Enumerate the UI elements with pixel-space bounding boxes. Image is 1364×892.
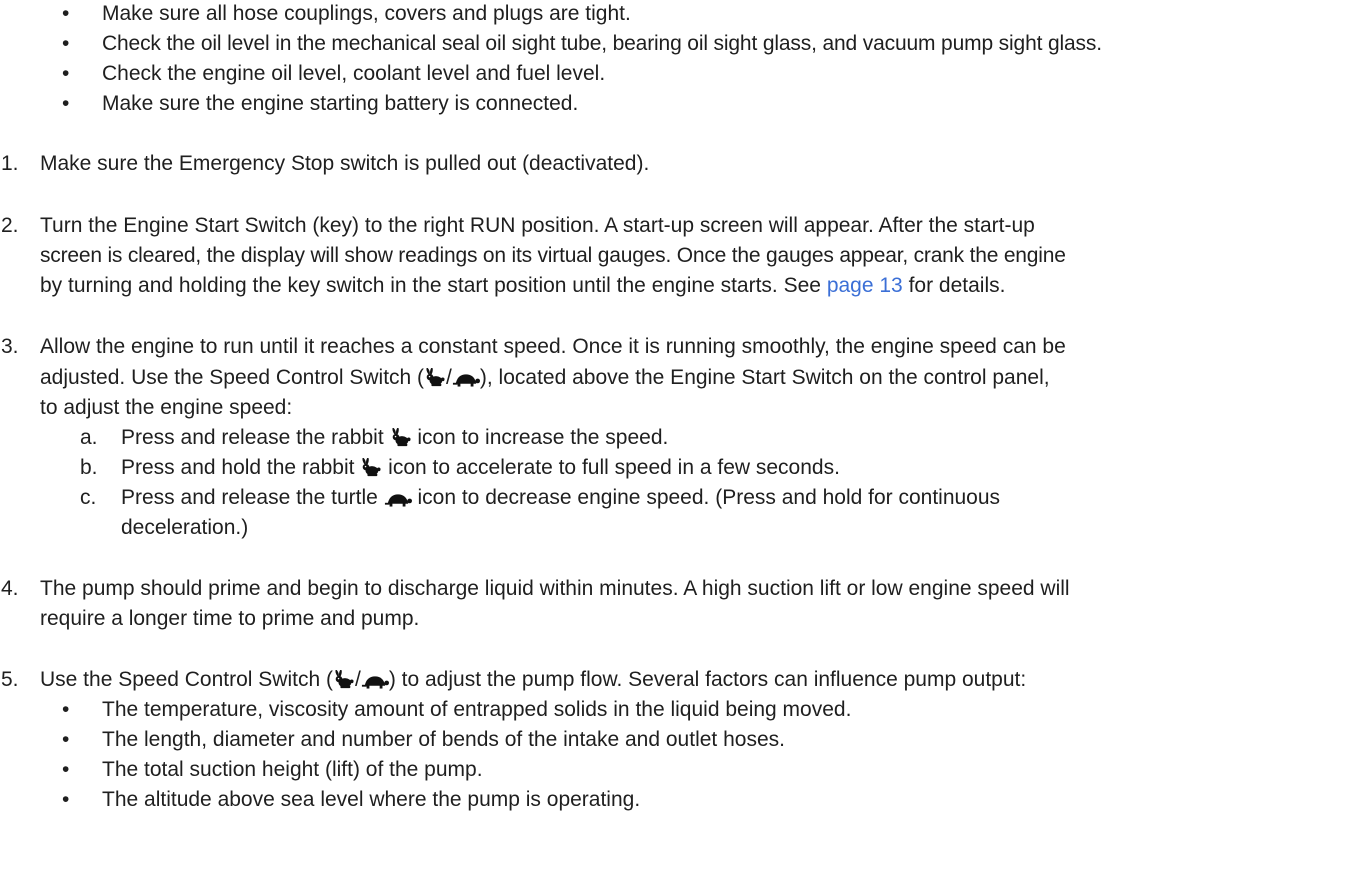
bullet-glyph: • [62,62,70,85]
step-text: for details. [902,274,1006,297]
list-item-text: The length, diameter and number of bends… [102,728,785,751]
sub-step-text: icon to increase the speed. [411,426,669,449]
step-2-line-3: by turning and holding the key switch in… [40,271,1005,301]
step-2-line-2: screen is cleared, the display will show… [40,241,1066,271]
turtle-icon [361,674,389,690]
bullet-glyph: • [62,758,70,781]
step-text: screen is cleared, the display will show… [40,244,1066,267]
bullet-glyph: • [62,92,70,115]
page-link[interactable]: page 13 [827,274,903,297]
sub-step-letter: a. [80,426,98,449]
step-text: ) to adjust the pump flow. Several facto… [388,668,1027,691]
sub-step-text: Press and hold the rabbit [121,456,361,479]
step-text: Make sure the Emergency Stop switch is p… [40,152,650,175]
sub-step-text: icon to decrease engine speed. (Press an… [411,486,1001,509]
bullet-glyph: • [62,32,70,55]
sub-step-letter: c. [80,486,97,509]
step-number: 4. [1,577,19,600]
step-text: by turning and holding the key switch in… [40,274,827,297]
sub-step-text: icon to accelerate to full speed in a fe… [382,456,840,479]
document-page: • Make sure all hose couplings, covers a… [0,0,1364,892]
sub-step-text: deceleration.) [121,516,249,539]
step-3-line-2: adjusted. Use the Speed Control Switch (… [40,363,1050,393]
bullet-glyph: • [62,698,70,721]
step-text: Allow the engine to run until it reaches… [40,335,1066,358]
step-number: 3. [1,335,19,358]
list-item-text: The altitude above sea level where the p… [102,788,641,811]
step-text: ), located above the Engine Start Switch… [479,366,1050,389]
list-item-text: Check the engine oil level, coolant leve… [102,62,606,85]
turtle-icon [452,372,480,388]
step-text: require a longer time to prime and pump. [40,607,420,630]
list-item-text: Check the oil level in the mechanical se… [102,32,1102,55]
sub-step-letter: b. [80,456,98,479]
list-item-text: The temperature, viscosity amount of ent… [102,698,852,721]
rabbit-icon [333,670,355,690]
step-number: 5. [1,668,19,691]
step-number: 2. [1,214,19,237]
bullet-glyph: • [62,788,70,811]
list-item-text: Make sure all hose couplings, covers and… [102,2,631,25]
bullet-glyph: • [62,2,70,25]
sub-step-text: Press and release the turtle [121,486,384,509]
rabbit-icon [424,368,446,388]
step-text: The pump should prime and begin to disch… [40,577,1070,600]
step-text: Use the Speed Control Switch ( [40,668,333,691]
list-item-text: Make sure the engine starting battery is… [102,92,579,115]
bullet-glyph: • [62,728,70,751]
step-text: Turn the Engine Start Switch (key) to th… [40,214,1035,237]
rabbit-icon [360,458,382,478]
step-text: adjusted. Use the Speed Control Switch ( [40,366,425,389]
step-4-line-2: require a longer time to prime and pump. [40,604,419,634]
sub-step-text: Press and release the rabbit [121,426,390,449]
sub-step-c-line-2: deceleration.) [121,513,248,543]
turtle-icon [384,492,412,508]
step-3-line-3: to adjust the engine speed: [40,393,292,423]
rabbit-icon [390,428,412,448]
step-number: 1. [1,152,19,175]
list-item-text: The total suction height (lift) of the p… [102,758,483,781]
step-text: to adjust the engine speed: [40,396,293,419]
